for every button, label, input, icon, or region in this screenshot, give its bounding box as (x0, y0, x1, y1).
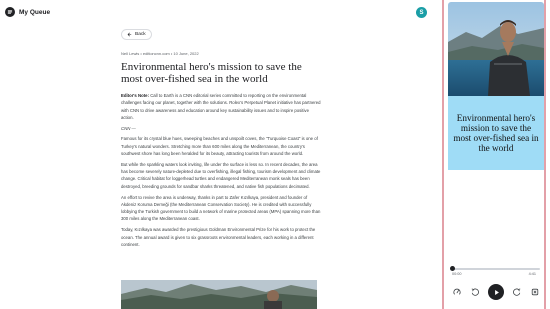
rewind-button[interactable] (470, 287, 480, 297)
progress-handle[interactable] (449, 266, 455, 271)
article-photo (121, 280, 317, 309)
editors-note: Editor's Note: Call to Earth is a CNN ed… (121, 92, 321, 121)
article-title: Environmental hero's mission to save the… (121, 61, 302, 85)
article: Back Nell Lewis • editioncnn.com • 10 Ju… (121, 24, 321, 252)
fast-forward-icon (513, 288, 521, 296)
article-byline: CNN — (121, 125, 136, 131)
editors-note-text: Call to Earth is a CNN editorial series … (121, 93, 321, 120)
player-title-card: Environmental hero's mission to save the… (448, 96, 544, 170)
article-meta: Nell Lewis • editioncnn.com • 10 June, 2… (121, 51, 199, 56)
editors-note-label: Editor's Note: (121, 93, 149, 98)
current-time: 00:00 (452, 272, 462, 276)
player-cover-photo (448, 2, 544, 96)
back-button[interactable]: Back (121, 29, 152, 40)
speed-button[interactable] (452, 287, 462, 297)
speed-icon (453, 288, 461, 295)
play-button[interactable] (488, 284, 504, 300)
app-brand[interactable]: My Queue (5, 7, 50, 17)
app-logo-icon (5, 7, 15, 17)
forward-button[interactable] (512, 287, 522, 297)
article-paragraph: Today, Kızılkaya was awarded the prestig… (121, 227, 316, 247)
user-avatar[interactable]: S (416, 7, 427, 18)
article-paragraph: An effort to revive the area is underway… (121, 194, 321, 222)
player-controls (448, 282, 544, 302)
article-paragraph: But while the sparkling waters look invi… (121, 161, 321, 189)
article-paragraph: Famous for its crystal blue hues, sweepi… (121, 136, 318, 157)
back-label: Back (135, 32, 146, 37)
rewind-icon (471, 288, 479, 296)
close-icon (531, 288, 539, 296)
progress-bar[interactable] (449, 266, 540, 271)
close-button[interactable] (530, 287, 540, 297)
article-body: Editor's Note: Call to Earth is a CNN ed… (121, 92, 321, 248)
player-title: Environmental hero's mission to save the… (453, 113, 539, 153)
total-time: 4:41 (528, 272, 536, 276)
audio-player-panel: Environmental hero's mission to save the… (442, 0, 546, 309)
play-icon (494, 289, 499, 295)
arrow-left-icon (127, 32, 132, 37)
app-name: My Queue (19, 8, 51, 16)
